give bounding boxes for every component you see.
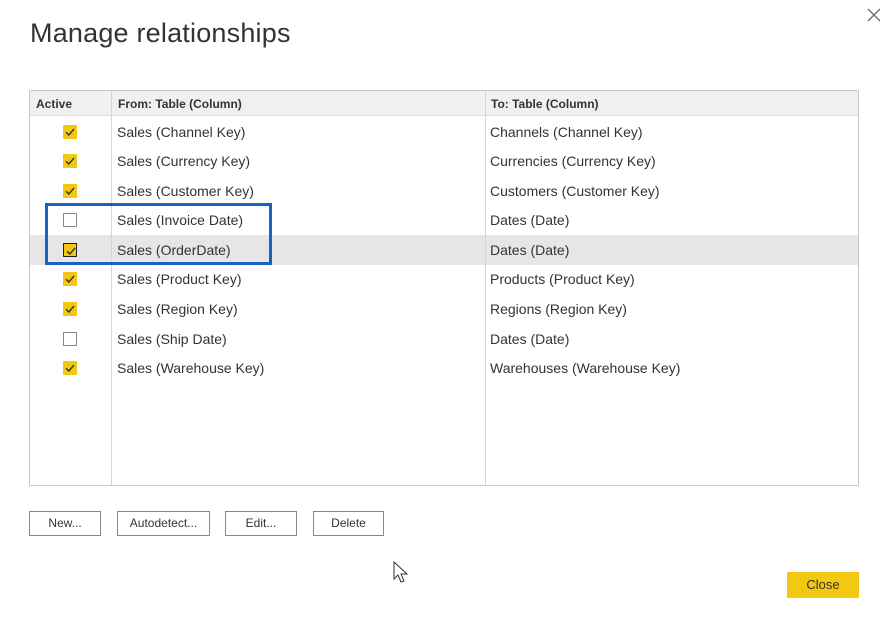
table-row[interactable]: Sales (Region Key) Regions (Region Key) (30, 294, 858, 324)
to-cell: Channels (Channel Key) (490, 124, 643, 140)
to-cell: Currencies (Currency Key) (490, 153, 656, 169)
header-from[interactable]: From: Table (Column) (118, 97, 242, 111)
from-cell: Sales (Customer Key) (117, 183, 254, 199)
to-cell: Dates (Date) (490, 331, 570, 347)
close-button[interactable]: Close (787, 572, 859, 598)
to-cell: Dates (Date) (490, 212, 570, 228)
from-cell: Sales (Ship Date) (117, 331, 227, 347)
annotation-highlight-box (45, 203, 272, 265)
active-checkbox[interactable] (63, 272, 77, 286)
from-cell: Sales (Product Key) (117, 271, 242, 287)
active-checkbox[interactable] (63, 302, 77, 316)
delete-button[interactable]: Delete (313, 511, 384, 536)
dialog-title: Manage relationships (30, 18, 291, 48)
column-divider[interactable] (485, 91, 486, 485)
from-cell: Sales (Region Key) (117, 301, 238, 317)
from-cell: Sales (Currency Key) (117, 153, 251, 169)
table-row[interactable]: Sales (Currency Key) Currencies (Currenc… (30, 146, 858, 176)
from-cell: Sales (Warehouse Key) (117, 360, 265, 376)
header-to[interactable]: To: Table (Column) (491, 97, 599, 111)
from-cell: Sales (Channel Key) (117, 124, 246, 140)
close-icon[interactable] (864, 5, 884, 25)
new-button[interactable]: New... (29, 511, 101, 536)
active-checkbox[interactable] (63, 184, 77, 198)
table-row[interactable]: Sales (Ship Date) Dates (Date) (30, 324, 858, 354)
to-cell: Warehouses (Warehouse Key) (490, 360, 681, 376)
autodetect-button[interactable]: Autodetect... (117, 511, 210, 536)
active-checkbox[interactable] (63, 332, 77, 346)
active-checkbox[interactable] (63, 125, 77, 139)
to-cell: Dates (Date) (490, 242, 570, 258)
active-checkbox[interactable] (63, 154, 77, 168)
to-cell: Products (Product Key) (490, 271, 635, 287)
mouse-cursor-icon (393, 560, 409, 590)
to-cell: Customers (Customer Key) (490, 183, 660, 199)
table-row[interactable]: Sales (Warehouse Key) Warehouses (Wareho… (30, 353, 858, 383)
table-row[interactable]: Sales (Channel Key) Channels (Channel Ke… (30, 117, 858, 147)
active-checkbox[interactable] (63, 361, 77, 375)
grid-header: Active From: Table (Column) To: Table (C… (30, 91, 858, 116)
edit-button[interactable]: Edit... (225, 511, 297, 536)
table-row[interactable]: Sales (Customer Key) Customers (Customer… (30, 176, 858, 206)
header-active[interactable]: Active (36, 97, 72, 111)
relationships-grid: Active From: Table (Column) To: Table (C… (29, 90, 859, 486)
to-cell: Regions (Region Key) (490, 301, 627, 317)
column-divider[interactable] (111, 91, 112, 485)
table-row[interactable]: Sales (Product Key) Products (Product Ke… (30, 264, 858, 294)
